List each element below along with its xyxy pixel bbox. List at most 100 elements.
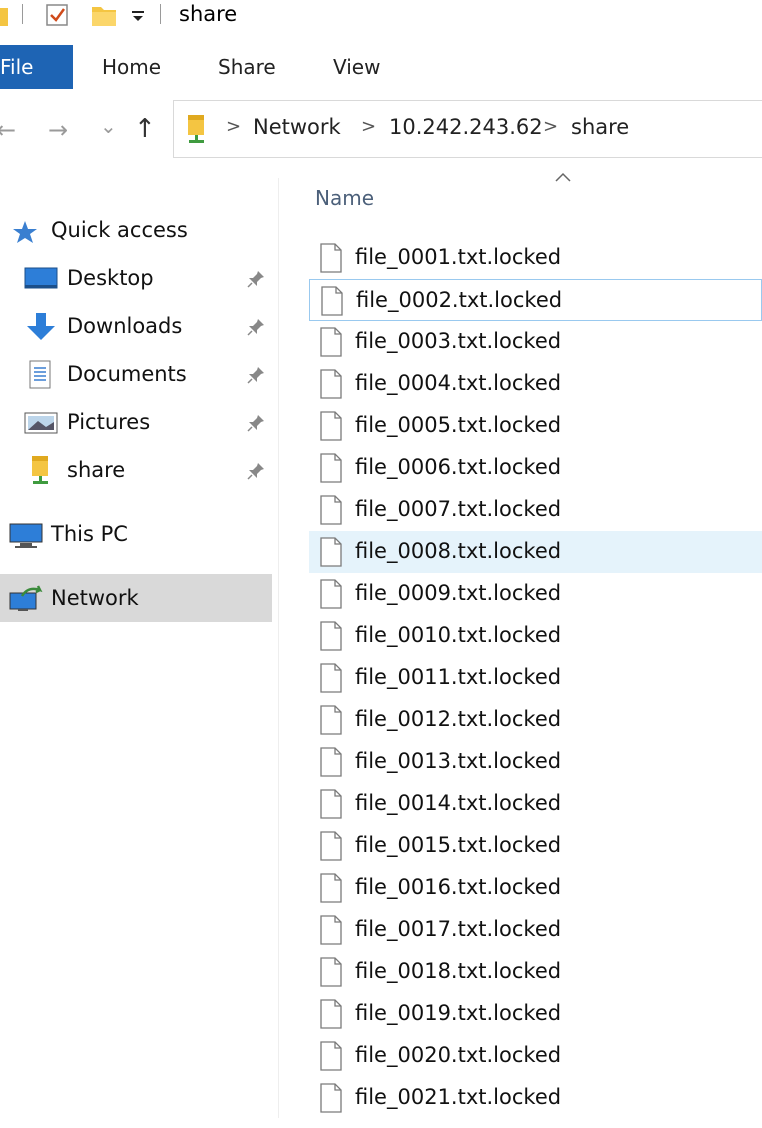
sidebar-label: Pictures: [67, 410, 151, 434]
sidebar-item-share[interactable]: share: [0, 448, 272, 494]
file-name: file_0013.txt.locked: [355, 749, 562, 773]
file-row[interactable]: file_0021.txt.locked: [309, 1077, 762, 1119]
file-row[interactable]: file_0002.txt.locked: [309, 279, 762, 321]
pin-icon[interactable]: [246, 269, 266, 289]
breadcrumb-share[interactable]: share: [571, 115, 629, 139]
file-row[interactable]: file_0020.txt.locked: [309, 1035, 762, 1077]
file-row[interactable]: file_0012.txt.locked: [309, 699, 762, 741]
customize-toolbar-icon[interactable]: [130, 6, 146, 24]
breadcrumb-separator[interactable]: >: [543, 116, 558, 137]
tab-file[interactable]: File: [0, 45, 73, 89]
file-icon: [320, 999, 342, 1029]
up-button[interactable]: ↑: [134, 114, 156, 144]
ribbon-tabs: File Home Share View: [0, 45, 762, 89]
pane-divider[interactable]: [278, 178, 279, 1118]
file-row[interactable]: file_0013.txt.locked: [309, 741, 762, 783]
sidebar-item-this-pc[interactable]: This PC: [0, 512, 272, 558]
new-folder-icon[interactable]: [90, 2, 120, 28]
pin-icon[interactable]: [246, 365, 266, 385]
file-icon: [320, 747, 342, 777]
file-row[interactable]: file_0009.txt.locked: [309, 573, 762, 615]
file-row[interactable]: file_0019.txt.locked: [309, 993, 762, 1035]
file-icon: [320, 537, 342, 567]
folder-partial-icon: [0, 8, 8, 26]
file-icon: [320, 579, 342, 609]
file-name: file_0002.txt.locked: [356, 288, 563, 312]
tab-home[interactable]: Home: [102, 45, 161, 89]
documents-icon: [29, 360, 51, 389]
file-row[interactable]: file_0018.txt.locked: [309, 951, 762, 993]
file-row[interactable]: file_0001.txt.locked: [309, 237, 762, 279]
breadcrumb-network[interactable]: Network: [253, 115, 341, 139]
file-icon: [320, 369, 342, 399]
file-icon: [320, 957, 342, 987]
file-name: file_0004.txt.locked: [355, 371, 562, 395]
sort-ascending-icon: [555, 172, 571, 182]
file-name: file_0005.txt.locked: [355, 413, 562, 437]
pin-icon[interactable]: [246, 413, 266, 433]
downloads-icon: [27, 313, 55, 340]
address-bar[interactable]: > Network > 10.242.243.62 > share: [173, 100, 762, 158]
tab-file-label: File: [0, 55, 34, 79]
sidebar-label: Quick access: [51, 218, 188, 242]
title-separator: [160, 4, 161, 24]
sidebar-item-network[interactable]: Network: [0, 574, 272, 622]
file-name: file_0021.txt.locked: [355, 1085, 562, 1109]
file-name: file_0012.txt.locked: [355, 707, 562, 731]
file-icon: [320, 243, 342, 273]
file-name: file_0001.txt.locked: [355, 245, 562, 269]
share-folder-icon: [188, 115, 204, 143]
file-row[interactable]: file_0010.txt.locked: [309, 615, 762, 657]
sidebar-item-downloads[interactable]: Downloads: [0, 304, 272, 350]
pin-icon[interactable]: [246, 317, 266, 337]
file-row[interactable]: file_0007.txt.locked: [309, 489, 762, 531]
sidebar-item-quick-access[interactable]: Quick access: [0, 208, 272, 254]
file-row[interactable]: file_0011.txt.locked: [309, 657, 762, 699]
star-icon: [13, 221, 37, 243]
sidebar-item-pictures[interactable]: Pictures: [0, 400, 272, 446]
file-icon: [320, 1083, 342, 1113]
folder-icon: [32, 456, 48, 484]
file-name: file_0011.txt.locked: [355, 665, 562, 689]
properties-check-icon[interactable]: [44, 2, 72, 28]
file-name: file_0017.txt.locked: [355, 917, 562, 941]
back-button[interactable]: ←: [0, 116, 16, 144]
file-row[interactable]: file_0008.txt.locked: [309, 531, 762, 573]
tab-view[interactable]: View: [333, 45, 380, 89]
forward-button[interactable]: →: [48, 116, 68, 144]
file-name: file_0009.txt.locked: [355, 581, 562, 605]
file-icon: [320, 663, 342, 693]
title-bar: share: [0, 0, 762, 30]
file-name: file_0019.txt.locked: [355, 1001, 562, 1025]
file-row[interactable]: file_0004.txt.locked: [309, 363, 762, 405]
sidebar-label: share: [67, 458, 126, 482]
column-header-name[interactable]: Name: [315, 186, 374, 210]
file-row[interactable]: file_0003.txt.locked: [309, 321, 762, 363]
file-row[interactable]: file_0005.txt.locked: [309, 405, 762, 447]
breadcrumb-separator: >: [226, 116, 242, 137]
file-icon: [320, 411, 342, 441]
breadcrumb-ip[interactable]: 10.242.243.62: [389, 115, 543, 139]
file-name: file_0008.txt.locked: [355, 539, 562, 563]
pin-icon[interactable]: [246, 461, 266, 481]
file-name: file_0016.txt.locked: [355, 875, 562, 899]
pictures-icon: [24, 412, 58, 434]
navigation-pane: Quick access Desktop Downloads Documents…: [0, 180, 272, 1128]
file-name: file_0007.txt.locked: [355, 497, 562, 521]
tab-share[interactable]: Share: [218, 45, 276, 89]
file-row[interactable]: file_0006.txt.locked: [309, 447, 762, 489]
file-name: file_0006.txt.locked: [355, 455, 562, 479]
network-icon: [9, 585, 43, 611]
file-row[interactable]: file_0015.txt.locked: [309, 825, 762, 867]
file-name: file_0020.txt.locked: [355, 1043, 562, 1067]
sidebar-item-documents[interactable]: Documents: [0, 352, 272, 398]
breadcrumb-separator[interactable]: >: [361, 116, 376, 137]
sidebar-item-desktop[interactable]: Desktop: [0, 256, 272, 302]
recent-locations-button[interactable]: ⌄: [100, 114, 117, 138]
file-row[interactable]: file_0017.txt.locked: [309, 909, 762, 951]
file-row[interactable]: file_0014.txt.locked: [309, 783, 762, 825]
file-icon: [321, 286, 343, 316]
sidebar-label: This PC: [51, 522, 128, 546]
file-row[interactable]: file_0016.txt.locked: [309, 867, 762, 909]
file-name: file_0018.txt.locked: [355, 959, 562, 983]
